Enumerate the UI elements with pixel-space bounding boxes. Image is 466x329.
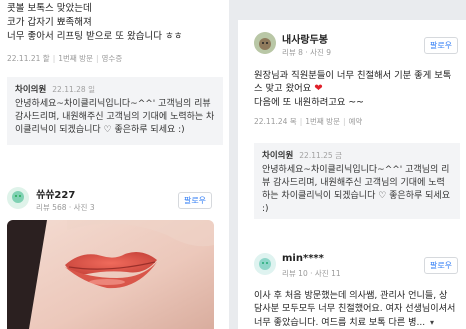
mint-avatar-icon	[254, 253, 276, 275]
reviewer-stats: 리뷰 10 · 사진 11	[282, 269, 341, 278]
review-column-right: 내사랑두봉 리뷰 8 · 사진 9 팔로우 원장님과 직원분들이 너무 친절해서…	[238, 20, 466, 329]
expand-chevron-icon[interactable]: ▾	[430, 318, 434, 327]
reviewer-stats: 리뷰 568 · 사진 3	[36, 203, 95, 212]
reply-author: 차이의원	[262, 151, 294, 161]
reply-text: 안녕하세요~차이클리닉입니다~^^' 고객님의 리뷰 감사드리며, 내원해주신 …	[262, 165, 450, 214]
review-column-left: 콧볼 보톡스 맞았는데 코가 갑자기 뾰족해져 너무 좋아서 리프팅 받으로 또…	[0, 0, 229, 329]
reviewer-name[interactable]: 쓔쓔227	[36, 186, 75, 201]
receipt-label: 영수증	[101, 54, 123, 63]
review-text-line: 콧볼 보톡스 맞았는데	[7, 3, 92, 14]
booking-label: 예약	[348, 117, 363, 126]
reply-date: 22.11.28 일	[52, 85, 95, 94]
review-meta: 22.11.24 목 | 1번째 방문 | 예약	[254, 117, 363, 126]
lips-photo-image	[7, 220, 214, 329]
reviewer-name[interactable]: 내사랑두봉	[282, 31, 328, 46]
review-text: 다음에 또 내원하려고요 ~~	[254, 97, 364, 108]
review-text-line: 너무 좋아서 리프팅 받으로 또 왔습니다 ㅎㅎ	[7, 31, 183, 42]
reviewer-stats: 리뷰 8 · 사진 9	[282, 48, 332, 57]
review-text: 원장님과 직원분들이 너무 친절해서 기분 좋게 보톡스 맞고 왔어요	[254, 70, 452, 94]
reply-date: 22.11.25 금	[299, 151, 342, 160]
owner-reply: 차이의원 22.11.28 일 안녕하세요~차이클리닉입니다~^^' 고객님의 리…	[7, 77, 223, 145]
owner-reply: 차이의원 22.11.25 금 안녕하세요~차이클리닉입니다~^^' 고객님의 리…	[254, 143, 460, 219]
review-text[interactable]: 이사 후 처음 방문했는데 의사쌤, 관리사 언니들, 상 담사분 모두모두 너…	[254, 291, 455, 328]
follow-button[interactable]: 팔로우	[424, 257, 458, 274]
follow-button[interactable]: 팔로우	[178, 192, 212, 209]
reply-author: 차이의원	[15, 85, 47, 95]
review-photo[interactable]	[7, 220, 214, 329]
dog-avatar-icon	[254, 32, 276, 54]
review-date: 22.11.21 할	[7, 54, 50, 63]
reviewer-name[interactable]: min****	[282, 253, 324, 264]
reply-text: 안녕하세요~차이클리닉입니다~^^' 고객님의 리뷰 감사드리며, 내원해주신 …	[15, 99, 215, 135]
user-avatar[interactable]	[254, 32, 276, 54]
review-text-line: 코가 갑자기 뾰족해져	[7, 17, 92, 28]
user-avatar[interactable]	[7, 187, 29, 209]
heart-icon: ❤	[314, 83, 323, 94]
review-date: 22.11.24 목	[254, 117, 297, 126]
follow-button[interactable]: 팔로우	[424, 37, 458, 54]
mint-avatar-icon	[7, 187, 29, 209]
visit-count: 1번째 방문	[305, 117, 340, 126]
user-avatar[interactable]	[254, 253, 276, 275]
review-meta: 22.11.21 할 | 1번째 방문 | 영수증	[7, 54, 123, 63]
visit-count: 1번째 방문	[58, 54, 93, 63]
